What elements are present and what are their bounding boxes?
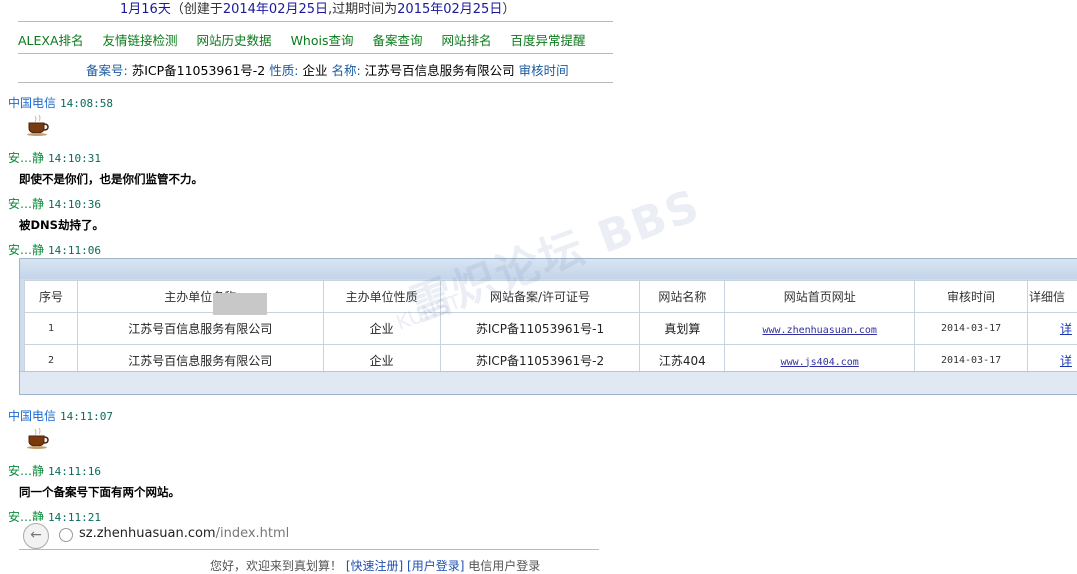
nav-whois[interactable]: Whois查询 bbox=[291, 30, 354, 49]
icp-table: 序号 主办单位名称 主办单位性质 网站备案/许可证号 网站名称 网站首页网址 审… bbox=[24, 280, 1077, 377]
org-type: 企业 bbox=[302, 63, 327, 78]
message-time: 14:08:58 bbox=[60, 97, 113, 110]
sender-name: 安…静 bbox=[8, 197, 44, 211]
days-text: 1月16天 bbox=[120, 2, 171, 17]
telecom-login-link[interactable]: 电信用户登录 bbox=[468, 559, 540, 573]
message-header: 安…静 14:10:36 bbox=[8, 195, 101, 212]
created-date: 2014年02月25日 bbox=[223, 2, 328, 17]
site-url-link[interactable]: www.js404.com bbox=[781, 357, 859, 368]
coffee-emoticon-icon bbox=[26, 427, 50, 449]
message-time: 14:10:31 bbox=[48, 152, 101, 165]
browser-screenshot: ← sz.zhenhuasuan.com/index.html bbox=[19, 521, 599, 550]
col-header: 网站首页网址 bbox=[725, 281, 915, 313]
sender-name: 安…静 bbox=[8, 151, 44, 165]
message-time: 14:11:06 bbox=[48, 244, 101, 257]
nav-history[interactable]: 网站历史数据 bbox=[197, 30, 272, 49]
col-header: 网站名称 bbox=[640, 281, 725, 313]
message-header: 安…静 14:10:31 bbox=[8, 149, 101, 166]
message-header: 安…静 14:11:16 bbox=[8, 462, 101, 479]
sender-name: 中国电信 bbox=[8, 96, 56, 110]
message-time: 14:11:07 bbox=[60, 410, 113, 423]
globe-icon bbox=[59, 528, 73, 542]
message-text: 即使不是你们，也是你们监管不力。 bbox=[19, 171, 203, 187]
nav-alexa[interactable]: ALEXA排名 bbox=[18, 30, 84, 49]
message-header: 中国电信 14:11:07 bbox=[8, 407, 113, 424]
nav-rank[interactable]: 网站排名 bbox=[442, 30, 492, 49]
col-header: 序号 bbox=[25, 281, 78, 313]
back-arrow-icon[interactable]: ← bbox=[23, 523, 49, 549]
address-bar[interactable]: sz.zhenhuasuan.com/index.html bbox=[79, 526, 289, 541]
coffee-emoticon-icon bbox=[26, 114, 50, 136]
icp-number: 苏ICP备11053961号-2 bbox=[132, 63, 266, 78]
nav-friend-links[interactable]: 友情链接检测 bbox=[103, 30, 178, 49]
org-name: 江苏号百信息服务有限公司 bbox=[365, 63, 515, 78]
sender-name: 安…静 bbox=[8, 243, 44, 257]
site-url-link[interactable]: www.zhenhuasuan.com bbox=[763, 325, 877, 336]
expire-date: 2015年02月25日 bbox=[397, 2, 502, 17]
col-header: 审核时间 bbox=[915, 281, 1028, 313]
sender-name: 中国电信 bbox=[8, 409, 56, 423]
message-time: 14:11:16 bbox=[48, 465, 101, 478]
domain-age-line: 1月16天（创建于2014年02月25日,过期时间为2015年02月25日） bbox=[120, 0, 515, 17]
login-link[interactable]: [用户登录] bbox=[407, 559, 464, 573]
message-text: 同一个备案号下面有两个网站。 bbox=[19, 484, 180, 500]
nav-icp[interactable]: 备案查询 bbox=[372, 30, 422, 49]
redaction-box bbox=[213, 293, 267, 315]
col-header: 详细信 bbox=[1027, 281, 1077, 313]
message-header: 中国电信 14:08:58 bbox=[8, 94, 113, 111]
detail-link[interactable]: 详 bbox=[1060, 354, 1072, 368]
register-link[interactable]: [快速注册] bbox=[346, 559, 403, 573]
sender-name: 安…静 bbox=[8, 464, 44, 478]
registration-info: 备案号: 苏ICP备11053961号-2 性质: 企业 名称: 江苏号百信息服… bbox=[86, 60, 569, 79]
table-row: 1 江苏号百信息服务有限公司 企业 苏ICP备11053961号-1 真划算 w… bbox=[25, 313, 1077, 345]
nav-baidu-alert[interactable]: 百度异常提醒 bbox=[511, 30, 586, 49]
divider bbox=[18, 53, 613, 54]
detail-link[interactable]: 详 bbox=[1060, 322, 1072, 336]
col-header: 主办单位名称 bbox=[77, 281, 323, 313]
divider bbox=[18, 21, 613, 22]
message-text: 被DNS劫持了。 bbox=[19, 217, 104, 233]
table-footer bbox=[20, 371, 1077, 394]
message-header: 安…静 14:11:06 bbox=[8, 241, 101, 258]
tool-nav: ALEXA排名 友情链接检测 网站历史数据 Whois查询 备案查询 网站排名 … bbox=[18, 30, 618, 49]
message-time: 14:10:36 bbox=[48, 198, 101, 211]
divider bbox=[18, 82, 613, 83]
